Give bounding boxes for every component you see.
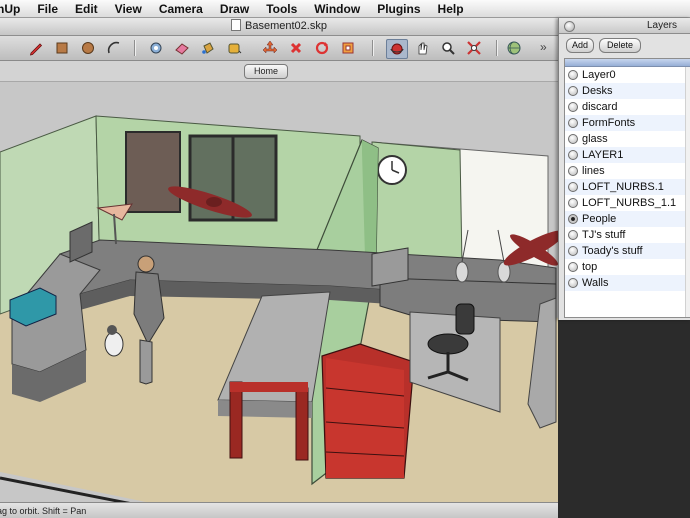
radio-selected-icon[interactable] <box>568 214 578 224</box>
person-figure <box>137 255 155 273</box>
layers-button-row: Add Delete <box>559 34 690 56</box>
document-icon <box>231 19 242 31</box>
model-viewport[interactable] <box>0 82 558 510</box>
layer-name: LOFT_NURBS.1 <box>582 181 664 193</box>
layer-row[interactable]: Walls <box>565 275 690 291</box>
basement-model-render <box>0 82 558 510</box>
menu-bar: nUp File Edit View Camera Draw Tools Win… <box>0 0 690 18</box>
layer-name: discard <box>582 101 618 113</box>
globe-icon[interactable] <box>504 39 524 57</box>
window-title: Basement02.skp <box>245 20 327 32</box>
toolbar: » <box>0 36 558 61</box>
layers-list: Layer0 Desks discard FormFonts glass LAY… <box>564 58 690 318</box>
radio-icon[interactable] <box>568 198 578 208</box>
move-icon[interactable] <box>260 39 280 57</box>
offset-icon[interactable] <box>338 39 358 57</box>
menu-draw[interactable]: Draw <box>212 2 258 16</box>
layer-row[interactable]: Desks <box>565 83 690 99</box>
radio-icon[interactable] <box>568 278 578 288</box>
scale-icon[interactable] <box>312 39 332 57</box>
menu-file[interactable]: File <box>29 2 67 16</box>
layer-name: LAYER1 <box>582 149 624 161</box>
tape-measure-icon[interactable] <box>224 39 244 57</box>
rectangle-icon[interactable] <box>52 39 72 57</box>
zoom-extents-icon[interactable] <box>464 39 484 57</box>
radio-icon[interactable] <box>568 70 578 80</box>
layer-name: lines <box>582 165 605 177</box>
radio-icon[interactable] <box>568 166 578 176</box>
layers-scrollbar[interactable] <box>685 67 690 317</box>
close-icon[interactable] <box>564 21 575 32</box>
pan-icon[interactable] <box>412 39 432 57</box>
layer-row[interactable]: top <box>565 259 690 275</box>
circle-icon[interactable] <box>78 39 98 57</box>
layer-name: Toady's stuff <box>582 245 643 257</box>
eraser-icon[interactable] <box>172 39 192 57</box>
menu-tools[interactable]: Tools <box>258 2 306 16</box>
status-bar: ag to orbit. Shift = Pan <box>0 502 558 518</box>
layers-list-header[interactable] <box>565 59 690 67</box>
radio-icon[interactable] <box>568 118 578 128</box>
menu-plugins[interactable]: Plugins <box>369 2 429 16</box>
menu-window[interactable]: Window <box>306 2 369 16</box>
pencil-icon[interactable] <box>26 39 46 57</box>
menu-edit[interactable]: Edit <box>67 2 107 16</box>
orbit-icon[interactable] <box>386 39 408 59</box>
desktop-background <box>558 320 690 518</box>
paint-bucket-icon[interactable] <box>198 39 218 57</box>
layer-name: FormFonts <box>582 117 636 129</box>
layer-row[interactable]: Layer0 <box>565 67 690 83</box>
layer-name: LOFT_NURBS_1.1 <box>582 197 677 209</box>
layer-name: People <box>582 213 617 225</box>
window-left <box>125 131 181 213</box>
layer-name: TJ's stuff <box>582 229 626 241</box>
rotate-icon[interactable] <box>286 39 306 57</box>
radio-icon[interactable] <box>568 182 578 192</box>
menu-view[interactable]: View <box>107 2 151 16</box>
scene-tab-home[interactable]: Home <box>244 64 288 79</box>
layer-row[interactable]: LOFT_NURBS.1 <box>565 179 690 195</box>
radio-icon[interactable] <box>568 134 578 144</box>
office-chair <box>427 333 469 355</box>
layers-panel: Layers Add Delete Layer0 Desks discard F… <box>558 18 690 320</box>
layer-name: Layer0 <box>582 69 616 81</box>
sketchup-window: Basement02.skp » Home ag to orbit. Shift… <box>0 18 558 518</box>
layer-row[interactable]: LOFT_NURBS_1.1 <box>565 195 690 211</box>
layers-titlebar[interactable]: Layers <box>559 18 690 34</box>
dog-figure <box>104 331 124 357</box>
layer-row[interactable]: discard <box>565 99 690 115</box>
radio-icon[interactable] <box>568 150 578 160</box>
menu-camera[interactable]: Camera <box>151 2 212 16</box>
arc-icon[interactable] <box>104 39 124 57</box>
radio-icon[interactable] <box>568 86 578 96</box>
scene-tabs-bar: Home <box>0 61 558 82</box>
layer-row-active[interactable]: People <box>565 211 690 227</box>
window-titlebar[interactable]: Basement02.skp <box>0 18 558 36</box>
radio-icon[interactable] <box>568 230 578 240</box>
layer-row[interactable]: FormFonts <box>565 115 690 131</box>
layer-row[interactable]: LAYER1 <box>565 147 690 163</box>
layer-name: Walls <box>582 277 609 289</box>
layer-name: top <box>582 261 598 273</box>
radio-icon[interactable] <box>568 246 578 256</box>
layer-row[interactable]: lines <box>565 163 690 179</box>
computer-tower <box>371 247 409 287</box>
layer-row[interactable]: TJ's stuff <box>565 227 690 243</box>
layer-row[interactable]: Toady's stuff <box>565 243 690 259</box>
layer-row[interactable]: glass <box>565 131 690 147</box>
zoom-icon[interactable] <box>438 39 458 57</box>
menu-help[interactable]: Help <box>430 2 473 16</box>
radio-icon[interactable] <box>568 102 578 112</box>
menu-app[interactable]: nUp <box>0 2 29 16</box>
delete-layer-button[interactable]: Delete <box>599 38 641 53</box>
status-text: ag to orbit. Shift = Pan <box>0 506 87 516</box>
radio-icon[interactable] <box>568 262 578 272</box>
layer-name: glass <box>582 133 608 145</box>
layers-title: Layers <box>646 20 677 31</box>
push-pull-icon[interactable] <box>146 39 166 57</box>
layer-name: Desks <box>582 85 613 97</box>
add-layer-button[interactable]: Add <box>566 38 594 53</box>
toolbar-overflow-icon[interactable]: » <box>540 40 547 54</box>
